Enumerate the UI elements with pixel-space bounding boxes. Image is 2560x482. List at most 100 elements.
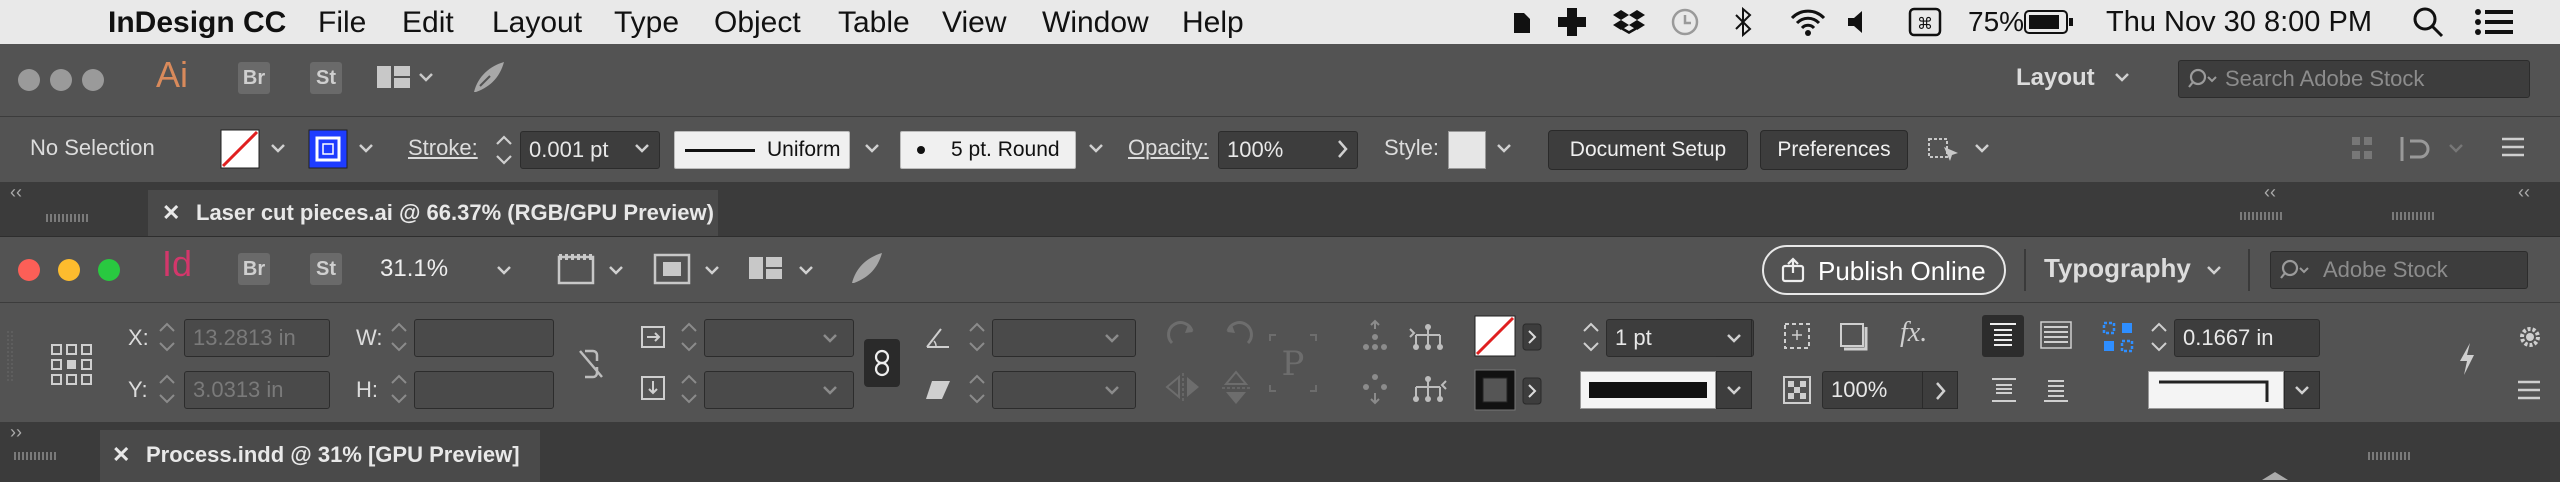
workspace-switcher[interactable]: Layout bbox=[2016, 64, 2095, 92]
panel-menu-icon[interactable] bbox=[2500, 135, 2526, 161]
quick-apply-lightning-icon[interactable] bbox=[2456, 341, 2478, 377]
isolate-icon[interactable] bbox=[2398, 133, 2438, 165]
x-stepper[interactable] bbox=[156, 317, 178, 357]
evernote-icon[interactable] bbox=[1506, 7, 1536, 37]
scale-y-icon[interactable] bbox=[640, 375, 668, 403]
opacity-arrow-icon[interactable] bbox=[1336, 139, 1350, 159]
y-stepper[interactable] bbox=[156, 369, 178, 409]
variable-width-profile[interactable]: Uniform bbox=[674, 131, 850, 169]
rotation-chevron-icon[interactable] bbox=[1104, 333, 1120, 345]
bridge-button[interactable]: Br bbox=[238, 62, 270, 94]
scale-y-chevron-icon[interactable] bbox=[822, 385, 838, 397]
id-dock-grip[interactable] bbox=[2368, 452, 2412, 460]
id-panel-grip[interactable] bbox=[14, 452, 58, 460]
fill-chevron-icon[interactable] bbox=[270, 143, 286, 155]
chevron-down-icon[interactable] bbox=[2114, 72, 2130, 84]
stroke-black-swatch[interactable] bbox=[1474, 369, 1516, 411]
tab-close-icon[interactable]: ✕ bbox=[162, 200, 180, 226]
stroke-type-chevron-icon[interactable] bbox=[1726, 385, 1742, 397]
scale-x-chevron-icon[interactable] bbox=[822, 333, 838, 345]
menu-edit[interactable]: Edit bbox=[402, 6, 454, 40]
align-top-button[interactable] bbox=[1982, 315, 2024, 357]
reference-point-icon[interactable] bbox=[50, 343, 94, 387]
stroke-stepper[interactable] bbox=[494, 131, 514, 169]
effects-fx-icon[interactable]: fx. bbox=[1900, 317, 1927, 349]
flip-horizontal-icon[interactable] bbox=[1164, 369, 1202, 407]
menu-view[interactable]: View bbox=[942, 6, 1006, 40]
rotate-clockwise-icon[interactable] bbox=[1164, 317, 1202, 355]
battery-icon[interactable] bbox=[2024, 10, 2074, 34]
menu-layout[interactable]: Layout bbox=[492, 6, 582, 40]
stroke-chevron-icon[interactable] bbox=[358, 143, 374, 155]
arrange-documents-icon[interactable] bbox=[376, 64, 436, 92]
brush-chevron-icon[interactable] bbox=[1088, 143, 1104, 155]
select-next-object-icon[interactable] bbox=[1408, 371, 1448, 405]
isolate-chevron-icon[interactable] bbox=[2448, 143, 2464, 155]
screen-mode-icon[interactable] bbox=[652, 251, 692, 287]
time-machine-icon[interactable] bbox=[1668, 6, 1702, 38]
menu-file[interactable]: File bbox=[318, 6, 366, 40]
graphic-style-swatch[interactable] bbox=[1448, 131, 1486, 169]
align-bottom-icon[interactable] bbox=[1988, 375, 2020, 405]
select-similar-icon[interactable] bbox=[1926, 133, 1966, 167]
rotation-stepper[interactable] bbox=[966, 317, 988, 357]
id-window-minimize-button[interactable] bbox=[58, 259, 80, 281]
scale-x-stepper[interactable] bbox=[678, 317, 700, 357]
notification-center-icon[interactable] bbox=[2474, 8, 2514, 36]
collapse-left-icon[interactable]: ‹‹ bbox=[10, 182, 22, 203]
select-previous-object-icon[interactable] bbox=[1408, 319, 1448, 353]
dock-arrow-icon[interactable] bbox=[2260, 470, 2290, 482]
gear-icon[interactable] bbox=[2516, 323, 2544, 351]
collapse-far-right-icon[interactable]: ‹‹ bbox=[2518, 182, 2530, 203]
drop-shadow-icon[interactable] bbox=[1838, 321, 1870, 353]
y-position-input[interactable]: 3.0313 in bbox=[184, 371, 330, 409]
gutter-stepper[interactable] bbox=[2148, 317, 2170, 357]
select-content-icon[interactable] bbox=[1358, 371, 1392, 405]
zoom-chevron-icon[interactable] bbox=[496, 265, 512, 277]
dock-grip-1[interactable] bbox=[2240, 212, 2284, 220]
rotate-counterclockwise-icon[interactable] bbox=[1218, 317, 1256, 355]
keyboard-shortcut-icon[interactable]: ⌘ bbox=[1908, 6, 1942, 38]
stroke-color-swatch[interactable] bbox=[308, 129, 348, 169]
height-input[interactable] bbox=[414, 371, 554, 409]
opacity-checker-icon[interactable] bbox=[1782, 375, 1812, 405]
text-frame-options-icon[interactable] bbox=[1782, 321, 1814, 353]
wifi-icon[interactable] bbox=[1788, 6, 1828, 38]
preferences-button[interactable]: Preferences bbox=[1760, 130, 1908, 170]
view-options-chevron-icon[interactable] bbox=[608, 265, 624, 277]
proxy-p-icon[interactable]: P bbox=[1268, 333, 1318, 393]
constrain-scale-button[interactable] bbox=[864, 339, 900, 387]
stroke-weight-chevron-icon[interactable] bbox=[1726, 333, 1742, 345]
screen-mode-chevron-icon[interactable] bbox=[704, 265, 720, 277]
width-input[interactable] bbox=[414, 319, 554, 357]
x-position-input[interactable]: 13.2813 in bbox=[184, 319, 330, 357]
id-window-zoom-button[interactable] bbox=[98, 259, 120, 281]
id-bridge-button[interactable]: Br bbox=[238, 253, 270, 285]
column-gutter-icon[interactable] bbox=[2102, 321, 2136, 355]
select-similar-chevron-icon[interactable] bbox=[1974, 143, 1990, 155]
align-grid-icon[interactable] bbox=[2350, 135, 2374, 163]
shear-stepper[interactable] bbox=[966, 369, 988, 409]
app-menu[interactable]: InDesign CC bbox=[108, 6, 286, 40]
rotation-angle-icon[interactable] bbox=[924, 323, 952, 351]
arrange-documents-icon[interactable] bbox=[748, 255, 788, 283]
flip-vertical-icon[interactable] bbox=[1218, 369, 1256, 407]
panel-menu-icon[interactable] bbox=[2516, 379, 2542, 401]
fill-menu-arrow-icon[interactable] bbox=[1522, 323, 1542, 351]
brush-definition[interactable]: 5 pt. Round bbox=[900, 131, 1076, 169]
fill-none-swatch[interactable] bbox=[1474, 315, 1516, 357]
profile-chevron-icon[interactable] bbox=[864, 143, 880, 155]
gpu-rocket-icon[interactable] bbox=[470, 60, 506, 96]
panel-grip[interactable] bbox=[46, 214, 90, 222]
fill-none-swatch[interactable] bbox=[220, 129, 260, 169]
shear-chevron-icon[interactable] bbox=[1104, 385, 1120, 397]
document-tab-laser-cut[interactable]: ✕ Laser cut pieces.ai @ 66.37% (RGB/GPU … bbox=[148, 190, 718, 236]
menu-window[interactable]: Window bbox=[1042, 6, 1149, 40]
dropbox-icon[interactable] bbox=[1612, 6, 1646, 38]
view-options-icon[interactable] bbox=[556, 251, 596, 287]
menu-object[interactable]: Object bbox=[714, 6, 801, 40]
stroke-type-select[interactable] bbox=[1580, 371, 1716, 409]
stroke-label[interactable]: Stroke: bbox=[408, 135, 478, 161]
constrain-proportions-icon[interactable] bbox=[576, 347, 606, 381]
menu-type[interactable]: Type bbox=[614, 6, 679, 40]
